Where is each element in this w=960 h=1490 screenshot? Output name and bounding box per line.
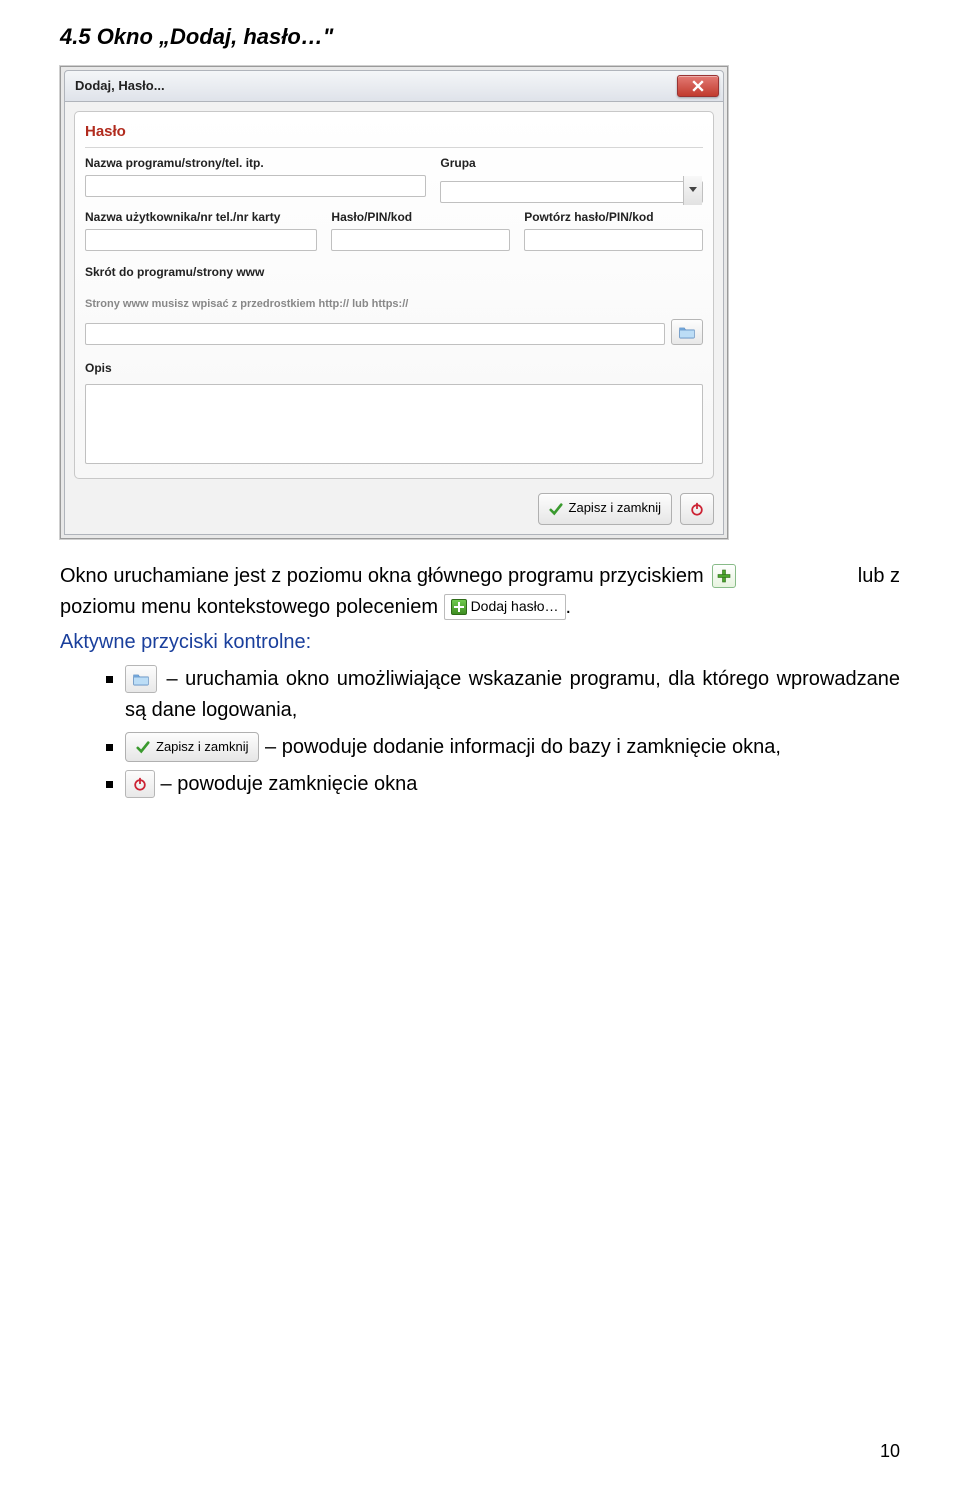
- label-group: Grupa: [440, 154, 703, 173]
- menu-item-label: Dodaj hasło…: [471, 596, 559, 618]
- bullet-marker: [106, 744, 113, 751]
- bullet3-text: – powoduje zamknięcie okna: [155, 773, 417, 795]
- shortcut-input[interactable]: [85, 323, 665, 345]
- power-icon: [125, 770, 155, 798]
- password-repeat-input[interactable]: [524, 229, 703, 251]
- bullet-marker: [106, 676, 113, 683]
- para2-part1: poziomu menu kontekstowego poleceniem: [60, 596, 444, 618]
- label-repeat: Powtórz hasło/PIN/kod: [524, 208, 703, 227]
- menu-item-chip: Dodaj hasło…: [444, 594, 566, 620]
- save-inline-label: Zapisz i zamknij: [156, 737, 248, 757]
- user-input[interactable]: [85, 229, 317, 251]
- label-name: Nazwa programu/strony/tel. itp.: [85, 154, 426, 173]
- label-shortcut: Skrót do programu/strony www: [85, 265, 264, 279]
- bullet-marker: [106, 781, 113, 788]
- titlebar: Dodaj, Hasło...: [64, 70, 724, 102]
- plus-icon: [712, 564, 736, 588]
- para1-part2: lub z: [858, 561, 900, 592]
- dialog-window: Dodaj, Hasło... Hasło Nazwa programu/str…: [60, 66, 728, 538]
- label-user: Nazwa użytkownika/nr tel./nr karty: [85, 208, 317, 227]
- password-input[interactable]: [331, 229, 510, 251]
- save-button-label: Zapisz i zamknij: [569, 498, 661, 518]
- bullet2-text: – powoduje dodanie informacji do bazy i …: [259, 736, 780, 758]
- dialog-body: Hasło Nazwa programu/strony/tel. itp. Gr…: [64, 102, 724, 534]
- browse-button[interactable]: [671, 319, 703, 345]
- window-title: Dodaj, Hasło...: [75, 76, 677, 96]
- save-and-close-button-inline: Zapisz i zamknij: [125, 732, 259, 762]
- close-dialog-button[interactable]: [680, 493, 714, 525]
- group-combobox[interactable]: [440, 181, 703, 203]
- close-icon[interactable]: [677, 75, 719, 97]
- save-and-close-button[interactable]: Zapisz i zamknij: [538, 493, 672, 525]
- label-pass: Hasło/PIN/kod: [331, 208, 510, 227]
- plus-icon: [451, 599, 467, 615]
- bullet1-text: – uruchamia okno umożliwiające wskazanie…: [125, 668, 900, 721]
- folder-icon: [125, 665, 157, 693]
- chevron-down-icon[interactable]: [683, 176, 702, 205]
- para1-part1: Okno uruchamiane jest z poziomu okna głó…: [60, 565, 709, 587]
- section-heading: 4.5 Okno „Dodaj, hasło…": [60, 20, 900, 54]
- name-input[interactable]: [85, 175, 426, 197]
- description-textarea[interactable]: [85, 384, 703, 464]
- shortcut-hint: Strony www musisz wpisać z przedrostkiem…: [85, 298, 408, 310]
- panel-title: Hasło: [85, 120, 703, 148]
- page-number: 10: [880, 1438, 900, 1466]
- label-desc: Opis: [85, 361, 112, 375]
- active-buttons-heading: Aktywne przyciski kontrolne:: [60, 627, 900, 658]
- para2-part2: .: [566, 596, 572, 618]
